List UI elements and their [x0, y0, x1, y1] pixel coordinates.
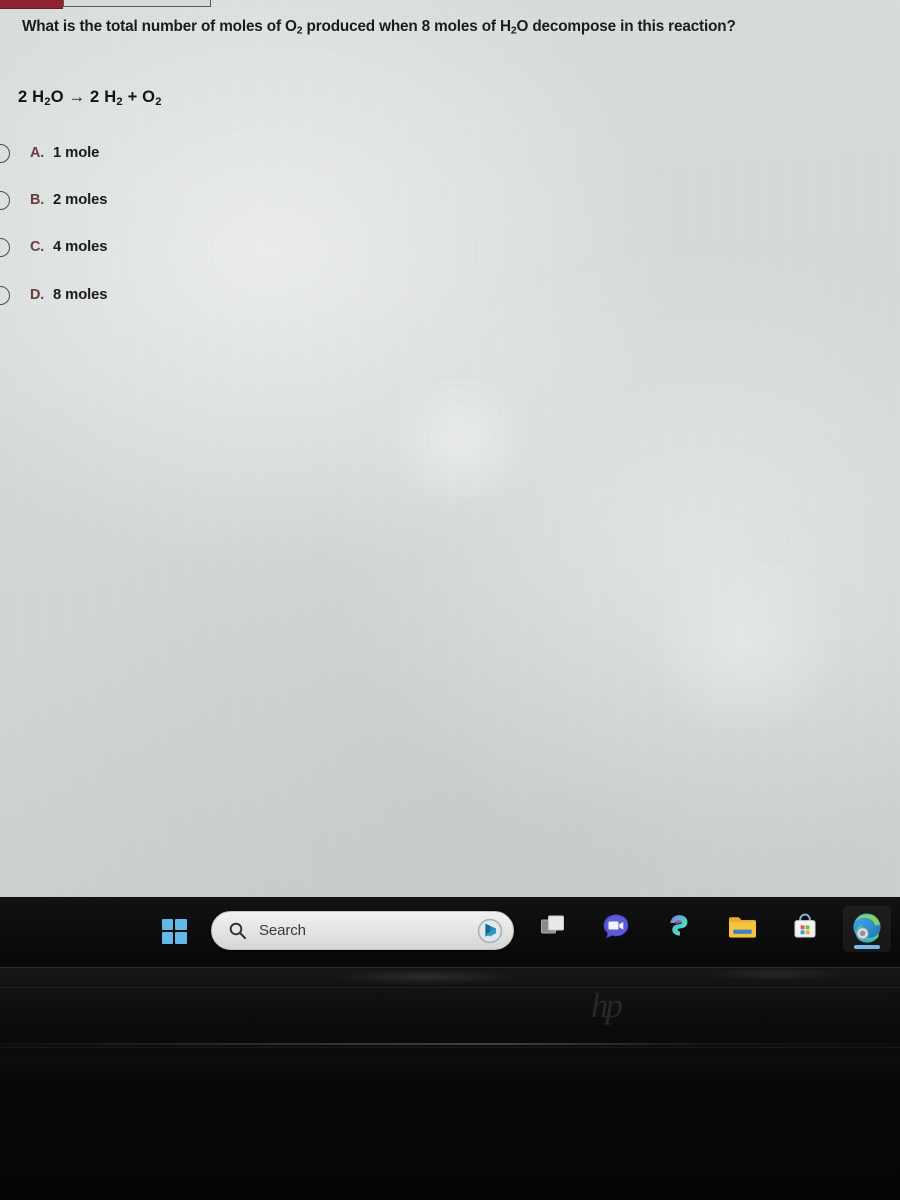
laptop-screen-content: What is the total number of moles of O 2 …: [0, 0, 900, 897]
teams-chat-icon: [601, 912, 631, 947]
screenshot-root: What is the total number of moles of O 2 …: [0, 0, 900, 1200]
taskbar-item-file-explorer[interactable]: [718, 906, 766, 952]
edge-swirl-icon: [851, 911, 883, 948]
radio-button-b[interactable]: [0, 190, 10, 210]
bezel-edge-line: [0, 967, 900, 968]
screen-shadow-blotch: [440, 790, 740, 897]
hp-brand-logo: hp: [591, 986, 623, 1025]
bezel-edge-line: [0, 1047, 900, 1048]
taskbar-search-box[interactable]: Search: [211, 911, 514, 950]
option-letter-a: A.: [30, 145, 44, 161]
search-icon: [228, 921, 247, 940]
equation-part: + O: [122, 88, 156, 106]
radio-button-c[interactable]: [0, 237, 10, 257]
store-bag-icon: [791, 913, 819, 946]
option-letter-b: B.: [30, 192, 44, 208]
screen-glare-blotch: [380, 380, 540, 500]
equation-subscript: 2: [155, 95, 162, 108]
option-letter-c: C.: [30, 239, 44, 255]
question-part: O decompose in this reaction?: [516, 18, 736, 35]
option-text-c: 4 moles: [53, 239, 108, 255]
answer-option-b[interactable]: B. 2 moles: [0, 187, 108, 213]
task-view-icon: [540, 913, 567, 945]
screen-shadow-blotch: [120, 620, 380, 820]
cropped-app-chrome: [0, 0, 900, 9]
taskbar-item-task-view[interactable]: [529, 906, 577, 952]
taskbar-item-microsoft-edge[interactable]: [843, 906, 891, 952]
answer-option-a[interactable]: A. 1 mole: [0, 140, 99, 166]
question-text: What is the total number of moles of O2 …: [22, 18, 884, 38]
windows-logo-icon: [161, 918, 187, 944]
question-part: What is the total number of moles of O: [22, 18, 297, 35]
bezel-glint: [700, 967, 850, 981]
radio-button-d[interactable]: [0, 285, 10, 305]
chemical-equation: 2 H2O → 2 H2 + O2: [18, 88, 162, 108]
bezel-edge-line: [0, 987, 900, 988]
answer-option-c[interactable]: C. 4 moles: [0, 234, 108, 260]
option-letter-d: D.: [30, 287, 44, 303]
question-part: produced when 8 moles of H: [302, 18, 511, 35]
option-text-a: 1 mole: [53, 145, 100, 161]
taskbar-item-chat[interactable]: [592, 906, 640, 952]
equation-part: O → 2 H: [50, 88, 117, 106]
radio-button-a[interactable]: [0, 143, 10, 163]
taskbar-item-copilot[interactable]: [655, 906, 703, 952]
answer-option-d[interactable]: D. 8 moles: [0, 282, 108, 308]
laptop-body: [0, 967, 900, 1200]
cropped-toolbar-box[interactable]: [63, 0, 211, 7]
copilot-swirl-icon: [665, 912, 694, 946]
search-input[interactable]: Search: [259, 922, 476, 939]
start-button[interactable]: [149, 907, 199, 955]
option-text-d: 8 moles: [53, 287, 108, 303]
red-accent-bar: [0, 0, 63, 9]
option-text-b: 2 moles: [53, 192, 108, 208]
screen-texture-overlay: [0, 0, 900, 897]
hinge-highlight-line: [0, 1043, 900, 1045]
screen-glare-blotch: [630, 560, 860, 730]
folder-icon: [727, 913, 758, 945]
bezel-glint: [330, 969, 520, 985]
taskbar-item-microsoft-store[interactable]: [781, 906, 829, 952]
active-window-indicator: [854, 945, 880, 949]
bing-copilot-icon[interactable]: [476, 917, 504, 945]
equation-part: 2 H: [18, 88, 45, 106]
